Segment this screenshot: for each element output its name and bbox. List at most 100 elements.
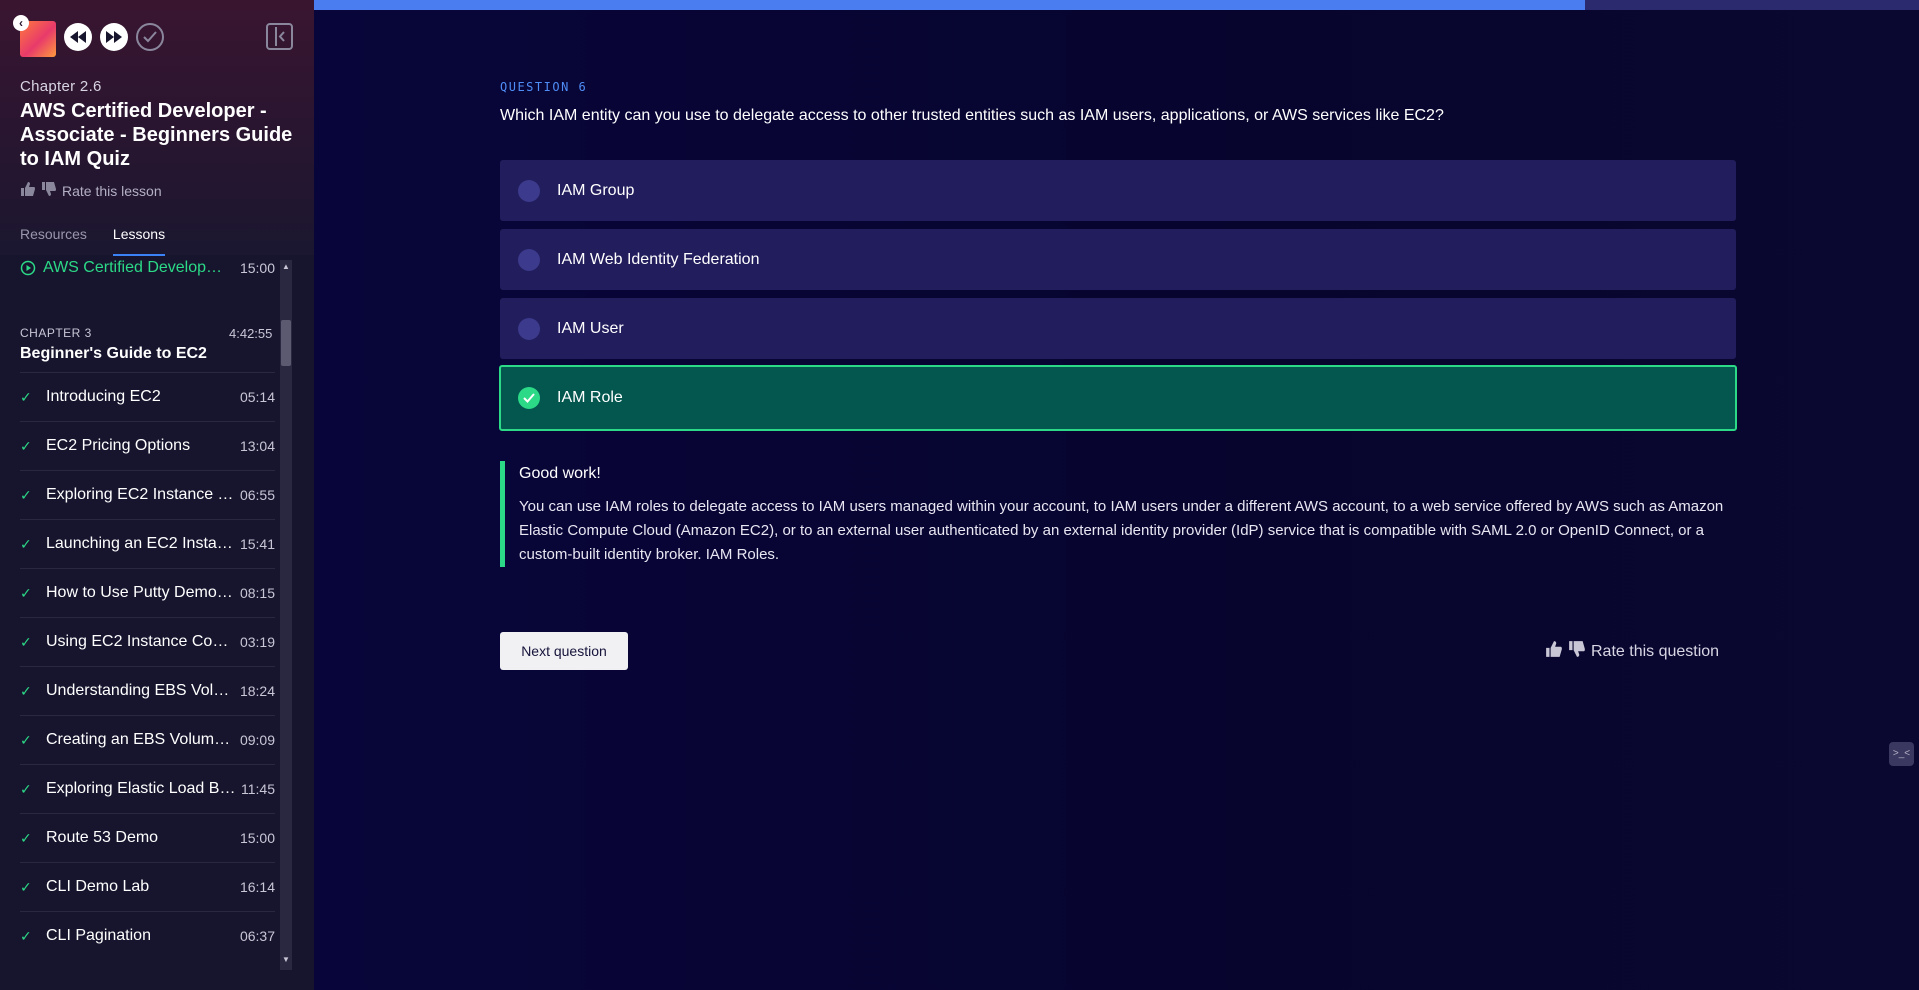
thumbs-down-icon[interactable] [41, 181, 57, 200]
check-icon: ✓ [20, 486, 32, 503]
check-icon: ✓ [20, 584, 32, 601]
list-item[interactable]: ✓ Using EC2 Instance Connect 03:19 [20, 617, 275, 666]
check-icon: ✓ [20, 535, 32, 552]
chevron-left-icon[interactable]: ‹ [13, 15, 29, 31]
lesson-item-title: Introducing EC2 [46, 388, 161, 405]
answer-option-iam-user[interactable]: IAM User [500, 298, 1736, 359]
chapter-tag: CHAPTER 3 [20, 326, 92, 340]
list-item[interactable]: ✓ Launching an EC2 Instance Demo15:41 [20, 519, 275, 568]
answer-option-web-identity-federation[interactable]: IAM Web Identity Federation [500, 229, 1736, 290]
lesson-list-scrollbar[interactable] [280, 260, 292, 970]
lesson-item-duration: 06:55 [239, 487, 275, 503]
answer-option-label: IAM Web Identity Federation [557, 250, 760, 268]
lesson-item-title: Launching an EC2 Instance Demo [46, 535, 236, 552]
answer-option-iam-role[interactable]: IAM Role [499, 365, 1737, 431]
check-icon: ✓ [20, 731, 32, 748]
radio-icon [518, 248, 540, 271]
lesson-item-title: Creating an EBS Volume Demo [46, 731, 236, 748]
check-icon: ✓ [20, 927, 32, 944]
tab-lessons[interactable]: Lessons [112, 226, 166, 256]
radio-icon [518, 179, 540, 202]
lesson-item-title: CLI Pagination [46, 927, 151, 944]
list-item[interactable]: ✓ How to Use Putty Demo for Windows08:15 [20, 568, 275, 617]
answer-option-label: IAM User [557, 319, 624, 337]
list-item[interactable]: ✓ Introducing EC2 05:14 [20, 372, 275, 421]
check-icon: ✓ [20, 682, 32, 699]
answer-feedback: Good work! You can use IAM roles to dele… [500, 461, 1736, 567]
check-icon: ✓ [20, 829, 32, 846]
sidebar-collapse-icon[interactable] [266, 23, 293, 50]
lesson-item-title: Understanding EBS Volumes [46, 682, 236, 699]
check-icon: ✓ [20, 437, 32, 454]
chat-icon[interactable]: >_< [1889, 742, 1914, 766]
check-circle-icon[interactable] [136, 23, 164, 51]
lesson-item-duration: 03:19 [239, 634, 275, 650]
thumbs-down-icon[interactable] [1568, 640, 1586, 663]
next-question-button[interactable]: Next question [500, 632, 628, 670]
quiz-progress-fill [314, 0, 1586, 10]
fast-forward-icon[interactable] [100, 23, 128, 51]
tab-resources[interactable]: Resources [20, 226, 87, 256]
feedback-title: Good work! [519, 465, 601, 482]
lesson-item-title: Exploring Elastic Load Balancers [46, 780, 236, 797]
answer-option-label: IAM Role [557, 389, 623, 406]
list-item[interactable]: ✓ CLI Demo Lab 16:14 [20, 862, 275, 911]
lesson-sidebar: ‹ Chapter 2.6 AWS Certified Developer - … [0, 0, 314, 990]
list-item[interactable]: ✓ Understanding EBS Volumes 18:24 [20, 666, 275, 715]
lesson-item-title: Route 53 Demo [46, 829, 159, 846]
thumbs-up-icon[interactable] [1545, 640, 1563, 663]
rate-lesson: Rate this lesson [20, 181, 162, 200]
lesson-item-duration: 15:00 [239, 830, 275, 846]
scroll-down-icon[interactable]: ▼ [281, 954, 291, 966]
sidebar-tabs: Resources Lessons [20, 226, 166, 256]
thumbs-up-icon[interactable] [20, 181, 36, 200]
scrollbar-thumb[interactable] [281, 320, 291, 366]
chapter-duration: 4:42:55 [229, 326, 273, 341]
lesson-item-title: EC2 Pricing Options [46, 437, 191, 454]
lesson-item-duration: 16:14 [239, 879, 275, 895]
lesson-item-title: Using EC2 Instance Connect [46, 633, 236, 650]
lesson-item-duration: 15:41 [239, 536, 275, 552]
sidebar-header: ‹ Chapter 2.6 AWS Certified Developer - … [0, 0, 314, 256]
scroll-up-icon[interactable]: ▲ [281, 261, 291, 273]
lesson-item-duration: 13:04 [239, 438, 275, 454]
list-item[interactable]: ✓ Exploring Elastic Load Balancers 11:45 [20, 764, 275, 813]
lesson-item-duration: 11:45 [241, 781, 275, 797]
question-number: QUESTION 6 [500, 80, 588, 94]
rate-question: Rate this question [1545, 640, 1719, 663]
lesson-item-title: How to Use Putty Demo for Windows [46, 584, 236, 601]
current-lesson-duration: 15:00 [239, 260, 275, 276]
chapter-title[interactable]: Beginner's Guide to EC2 [20, 345, 207, 363]
list-item[interactable]: ✓ EC2 Pricing Options 13:04 [20, 421, 275, 470]
list-item[interactable]: ✓ Route 53 Demo 15:00 [20, 813, 275, 862]
lesson-list: AWS Certified Developer - Associate - Be… [0, 255, 280, 970]
list-item-current-lesson[interactable]: AWS Certified Developer - Associate - Be… [20, 259, 275, 277]
rate-lesson-label[interactable]: Rate this lesson [62, 183, 162, 199]
check-icon: ✓ [20, 780, 32, 797]
lesson-item-duration: 06:37 [239, 928, 275, 944]
chapter-label: Chapter 2.6 [20, 78, 102, 95]
play-circle-icon [20, 260, 36, 276]
check-icon: ✓ [20, 633, 32, 650]
rate-question-label[interactable]: Rate this question [1591, 643, 1719, 661]
lesson-item-duration: 18:24 [239, 683, 275, 699]
answer-option-label: IAM Group [557, 181, 635, 199]
list-item[interactable]: ✓ Creating an EBS Volume Demo09:09 [20, 715, 275, 764]
lesson-title: AWS Certified Developer - Associate - Be… [20, 100, 293, 170]
quiz-progress-bar [314, 0, 1919, 10]
lesson-item-duration: 05:14 [239, 389, 275, 405]
radio-icon [518, 317, 540, 340]
lesson-item-title: Exploring EC2 Instance Types [46, 486, 236, 503]
check-circle-icon [518, 387, 540, 409]
feedback-explanation: You can use IAM roles to delegate access… [519, 498, 1724, 563]
question-text: Which IAM entity can you use to delegate… [500, 107, 1444, 124]
check-icon: ✓ [20, 388, 32, 405]
quiz-panel: QUESTION 6 Which IAM entity can you use … [314, 0, 1919, 990]
lesson-item-title: CLI Demo Lab [46, 878, 150, 895]
list-item[interactable]: ✓ Exploring EC2 Instance Types06:55 [20, 470, 275, 519]
rewind-icon[interactable] [64, 23, 92, 51]
lesson-item-duration: 08:15 [239, 585, 275, 601]
answer-option-iam-group[interactable]: IAM Group [500, 160, 1736, 221]
lesson-item-duration: 09:09 [239, 732, 275, 748]
list-item[interactable]: ✓ CLI Pagination 06:37 [20, 911, 275, 960]
